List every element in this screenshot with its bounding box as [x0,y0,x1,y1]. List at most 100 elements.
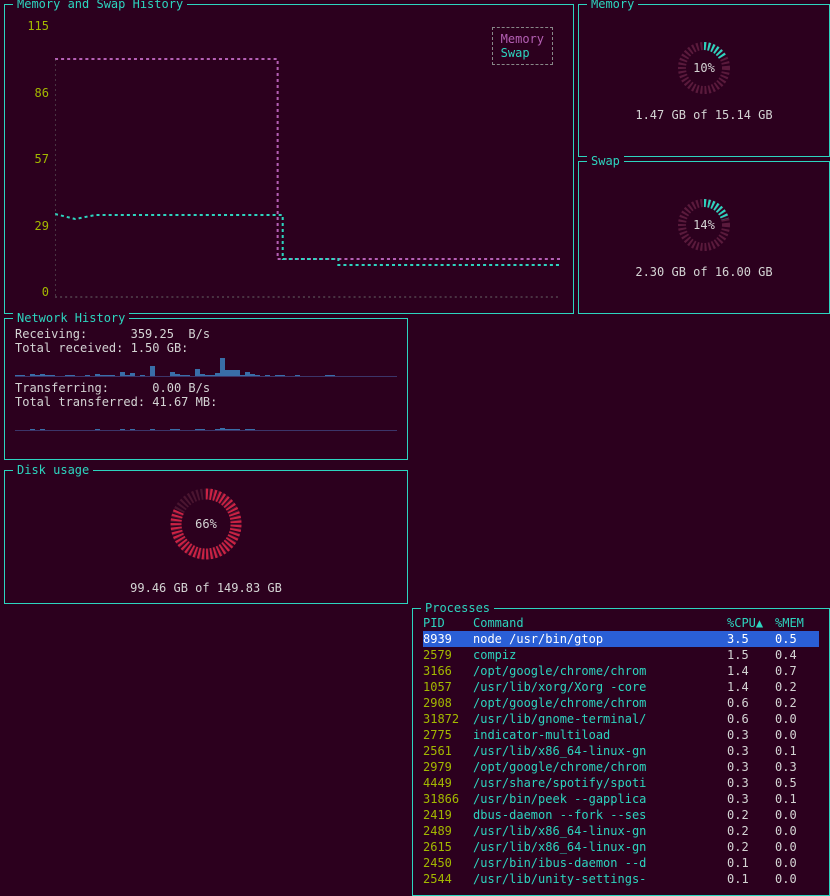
cpu: 0.6 [727,711,775,727]
y-tick: 115 [15,19,49,33]
col-command[interactable]: Command [473,615,727,631]
pid: 2979 [423,759,473,775]
mem: 0.0 [775,807,819,823]
pid: 8939 [423,631,473,647]
disk-donut: 66% [151,479,261,569]
command: /usr/lib/gnome-terminal/ [473,711,727,727]
command: /usr/lib/x86_64-linux-gn [473,743,727,759]
table-row[interactable]: 31866/usr/bin/peek --gapplica0.30.1 [423,791,819,807]
disk-percent: 66% [195,517,217,531]
disk-usage-text: 99.46 GB of 149.83 GB [130,581,282,595]
cpu: 0.2 [727,839,775,855]
y-axis: 115 86 57 29 0 [15,19,49,299]
y-tick: 29 [15,219,49,233]
cpu: 0.3 [727,759,775,775]
table-row[interactable]: 3166/opt/google/chrome/chrom1.40.7 [423,663,819,679]
command: /opt/google/chrome/chrom [473,663,727,679]
mem: 0.0 [775,823,819,839]
table-row[interactable]: 2615/usr/lib/x86_64-linux-gn0.20.0 [423,839,819,855]
mem: 0.1 [775,743,819,759]
process-header[interactable]: PID Command %CPU▲ %MEM [423,615,819,631]
mem: 0.2 [775,679,819,695]
pid: 2419 [423,807,473,823]
pid: 31866 [423,791,473,807]
net-send-row: Transferring: 0.00 B/s [15,381,397,395]
memory-percent: 10% [693,61,715,75]
command: /usr/lib/unity-settings- [473,871,727,887]
command: /usr/bin/peek --gapplica [473,791,727,807]
table-row[interactable]: 8939node /usr/bin/gtop3.50.5 [423,631,819,647]
command: node /usr/bin/gtop [473,631,727,647]
table-row[interactable]: 2544/usr/lib/unity-settings-0.10.0 [423,871,819,887]
table-row[interactable]: 2579compiz1.50.4 [423,647,819,663]
send-bars [15,411,397,431]
cpu: 0.3 [727,775,775,791]
y-tick: 86 [15,86,49,100]
memory-usage-text: 1.47 GB of 15.14 GB [635,108,772,122]
disk-usage-panel: Disk usage 66% 99.46 GB of 149.83 GB [4,470,408,604]
table-row[interactable]: 2561/usr/lib/x86_64-linux-gn0.30.1 [423,743,819,759]
table-row[interactable]: 1057/usr/lib/xorg/Xorg -core1.40.2 [423,679,819,695]
command: /opt/google/chrome/chrom [473,759,727,775]
cpu: 0.3 [727,791,775,807]
pid: 4449 [423,775,473,791]
mem: 0.4 [775,647,819,663]
cpu: 0.2 [727,823,775,839]
value: 0.00 B/s [152,381,210,395]
command: dbus-daemon --fork --ses [473,807,727,823]
col-mem[interactable]: %MEM [775,615,819,631]
table-row[interactable]: 2489/usr/lib/x86_64-linux-gn0.20.0 [423,823,819,839]
command: /usr/lib/xorg/Xorg -core [473,679,727,695]
history-svg [55,19,561,299]
panel-title: Memory [587,0,638,11]
cpu: 0.6 [727,695,775,711]
label: Total transferred: [15,395,145,409]
cpu: 0.1 [727,855,775,871]
table-row[interactable]: 2450/usr/bin/ibus-daemon --d0.10.0 [423,855,819,871]
label: Transferring: [15,381,109,395]
net-recv-row: Receiving: 359.25 B/s [15,327,397,341]
cpu: 0.2 [727,807,775,823]
process-table: PID Command %CPU▲ %MEM 8939node /usr/bin… [423,615,819,887]
pid: 2561 [423,743,473,759]
table-row[interactable]: 2908/opt/google/chrome/chrom0.60.2 [423,695,819,711]
col-pid[interactable]: PID [423,615,473,631]
mem: 0.5 [775,775,819,791]
cpu: 1.4 [727,679,775,695]
command: /usr/share/spotify/spoti [473,775,727,791]
swap-usage-text: 2.30 GB of 16.00 GB [635,265,772,279]
pid: 2775 [423,727,473,743]
table-row[interactable]: 4449/usr/share/spotify/spoti0.30.5 [423,775,819,791]
cpu: 1.5 [727,647,775,663]
cpu: 0.3 [727,727,775,743]
label: Receiving: [15,327,87,341]
mem: 0.0 [775,839,819,855]
table-row[interactable]: 2419dbus-daemon --fork --ses0.20.0 [423,807,819,823]
table-row[interactable]: 31872/usr/lib/gnome-terminal/0.60.0 [423,711,819,727]
legend-memory: Memory [501,32,544,46]
table-row[interactable]: 2979/opt/google/chrome/chrom0.30.3 [423,759,819,775]
cpu: 1.4 [727,663,775,679]
value: 359.25 B/s [131,327,210,341]
command: /opt/google/chrome/chrom [473,695,727,711]
table-row[interactable]: 2775indicator-multiload0.30.0 [423,727,819,743]
memory-donut: 10% [664,40,744,96]
pid: 1057 [423,679,473,695]
network-history-panel: Network History Receiving: 359.25 B/s To… [4,318,408,460]
command: indicator-multiload [473,727,727,743]
pid: 2489 [423,823,473,839]
value: 41.67 MB: [152,395,217,409]
command: /usr/bin/ibus-daemon --d [473,855,727,871]
pid: 2450 [423,855,473,871]
pid: 2544 [423,871,473,887]
command: /usr/lib/x86_64-linux-gn [473,823,727,839]
pid: 2579 [423,647,473,663]
y-tick: 0 [15,285,49,299]
pid: 2908 [423,695,473,711]
col-cpu[interactable]: %CPU▲ [727,615,775,631]
command: /usr/lib/x86_64-linux-gn [473,839,727,855]
label: Total received: [15,341,123,355]
mem: 0.2 [775,695,819,711]
mem: 0.0 [775,871,819,887]
panel-title: Network History [13,311,129,325]
